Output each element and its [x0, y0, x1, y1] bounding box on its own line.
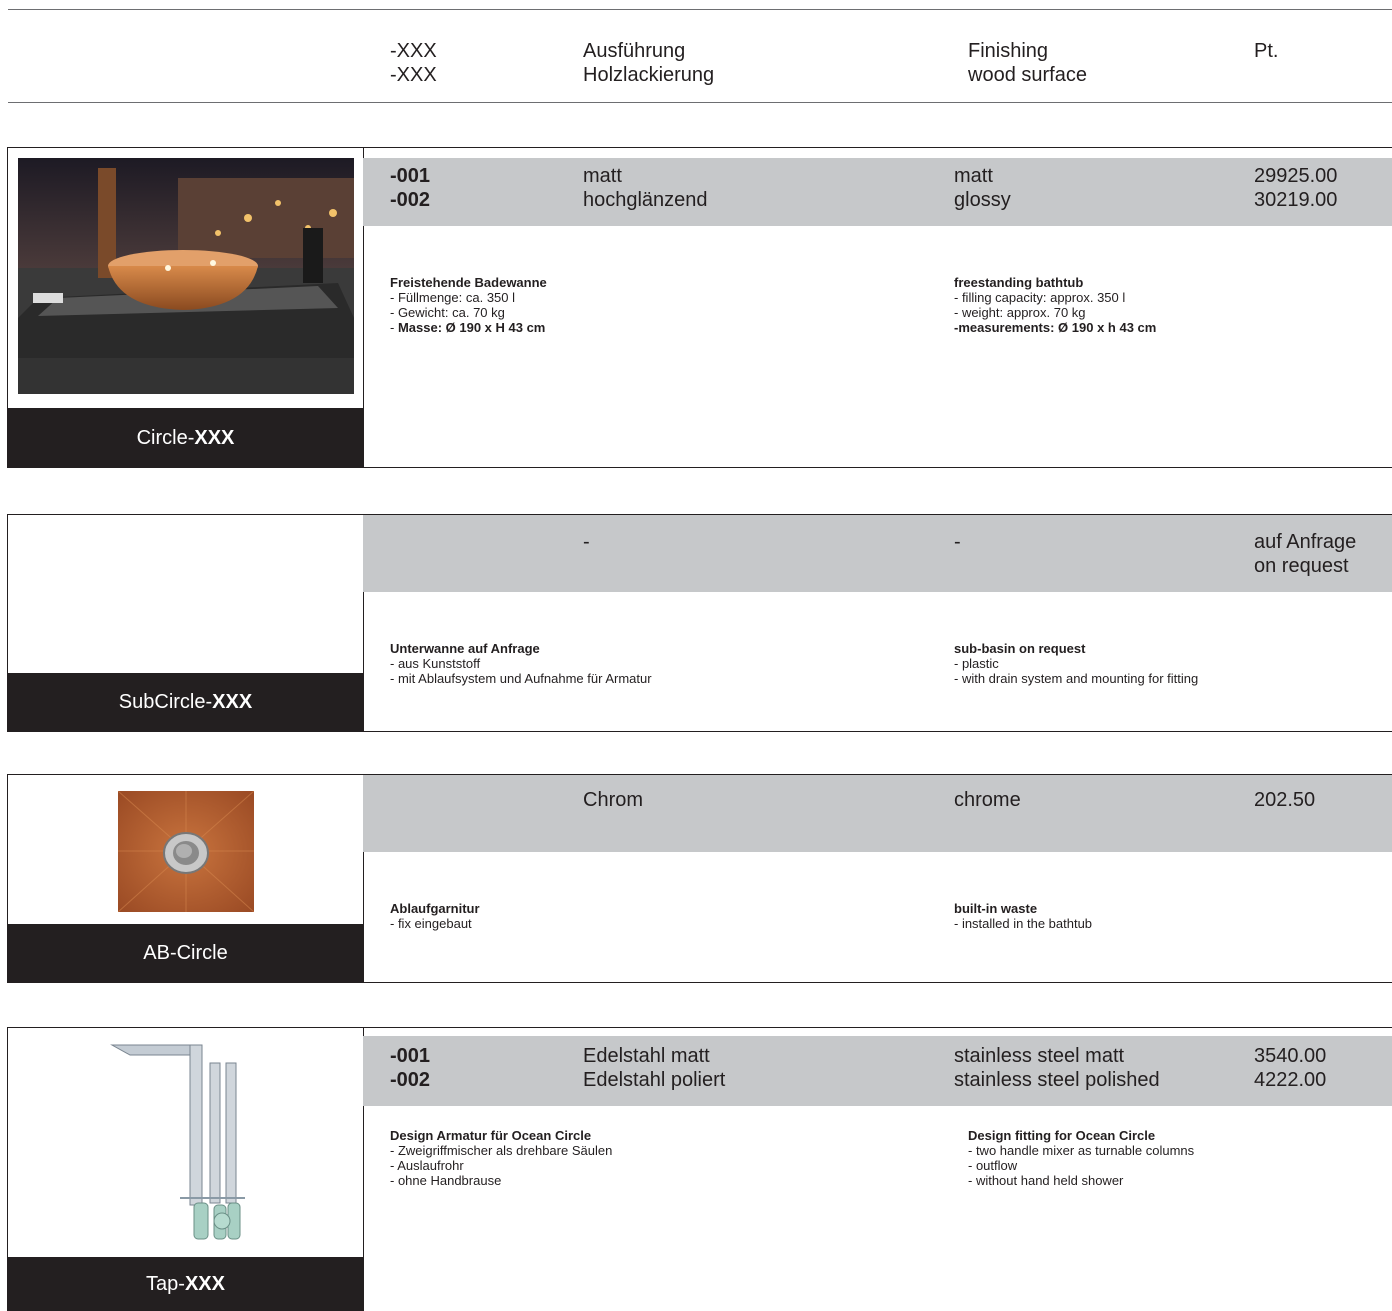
- de-option: -: [583, 531, 590, 553]
- de-options: matt hochglänzend: [583, 165, 708, 211]
- de-description: Freistehende Badewanne - Füllmenge: ca. …: [390, 275, 547, 335]
- de-option: Chrom: [583, 789, 644, 811]
- header-top-rule: [8, 9, 1392, 10]
- en-options: matt glossy: [954, 165, 1011, 211]
- prices: 29925.00 30219.00: [1254, 165, 1338, 211]
- price: 202.50: [1254, 789, 1316, 811]
- en-description: sub-basin on request - plastic - with dr…: [954, 641, 1199, 686]
- label-tap: Tap- XXX: [8, 1257, 363, 1311]
- en-option: chrome: [954, 789, 1021, 811]
- header-en: Finishing wood surface: [968, 40, 1087, 86]
- en-description: built-in waste - installed in the bathtu…: [954, 901, 1093, 931]
- de-description: Unterwanne auf Anfrage - aus Kunststoff …: [390, 641, 652, 686]
- label-subcircle: SubCircle- XXX: [8, 673, 363, 732]
- tap-drawing: [110, 1043, 260, 1243]
- prices: 3540.00 4222.00: [1254, 1045, 1327, 1091]
- codes: -001 -002: [390, 1045, 431, 1091]
- header-bottom-rule: [8, 102, 1392, 103]
- bathtub-photo: [18, 158, 354, 394]
- header-de: Ausführung Holzlackierung: [583, 40, 715, 86]
- de-description: Design Armatur für Ocean Circle - Zweigr…: [390, 1128, 613, 1188]
- de-description: Ablaufgarnitur - fix eingebaut: [390, 901, 480, 931]
- en-option: -: [954, 531, 961, 553]
- en-options: stainless steel matt stainless steel poli…: [954, 1045, 1160, 1091]
- options-band: [363, 1036, 1392, 1106]
- options-band: [363, 775, 1392, 852]
- options-band: [363, 158, 1392, 226]
- label-circle: Circle- XXX: [8, 408, 363, 468]
- en-description: Design fitting for Ocean Circle - two ha…: [968, 1128, 1195, 1188]
- drain-photo: [118, 791, 254, 912]
- header-pt: Pt.: [1254, 40, 1279, 62]
- header-codes: -XXX -XXX: [390, 40, 437, 86]
- en-description: freestanding bathtub - filling capacity:…: [954, 275, 1157, 335]
- de-options: Edelstahl matt Edelstahl poliert: [583, 1045, 726, 1091]
- codes: -001 -002: [390, 165, 431, 211]
- price-on-request: auf Anfrage on request: [1254, 531, 1357, 577]
- options-band: [363, 515, 1392, 592]
- label-ab-circle: AB-Circle: [8, 924, 363, 983]
